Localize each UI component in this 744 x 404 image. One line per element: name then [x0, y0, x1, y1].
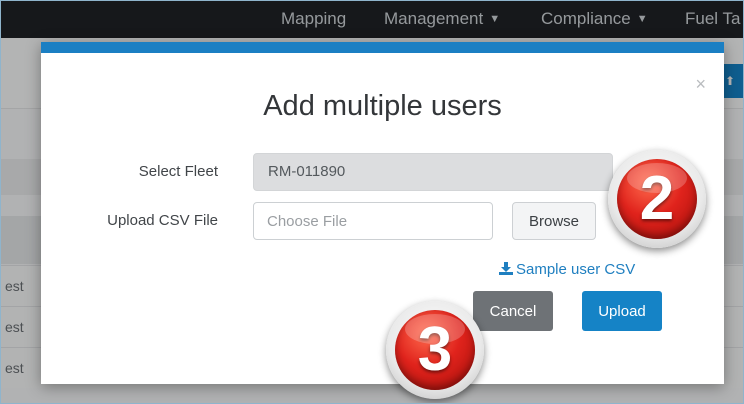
- step-2-badge: 2: [608, 150, 706, 248]
- select-fleet-label: Select Fleet: [138, 163, 218, 180]
- browse-button[interactable]: Browse: [512, 202, 596, 240]
- cancel-button[interactable]: Cancel: [473, 291, 553, 331]
- modal-title: Add multiple users: [263, 90, 502, 122]
- step-3-number: 3: [395, 310, 475, 390]
- sample-csv-link-label: Sample user CSV: [516, 261, 636, 278]
- step-2-number: 2: [617, 159, 697, 239]
- upload-button[interactable]: Upload: [582, 291, 662, 331]
- fleet-select-value: RM-011890: [268, 163, 346, 180]
- upload-csv-label: Upload CSV File: [107, 212, 218, 229]
- download-icon: [499, 262, 513, 275]
- fleet-select[interactable]: RM-011890: [253, 153, 613, 191]
- step-3-badge: 3: [386, 301, 484, 399]
- close-icon[interactable]: ×: [695, 75, 706, 93]
- app-frame: Mapping Management ▼ Compliance ▼ Fuel Ta …: [0, 0, 744, 404]
- csv-file-input[interactable]: [253, 202, 493, 240]
- sample-csv-link[interactable]: Sample user CSV: [499, 261, 635, 278]
